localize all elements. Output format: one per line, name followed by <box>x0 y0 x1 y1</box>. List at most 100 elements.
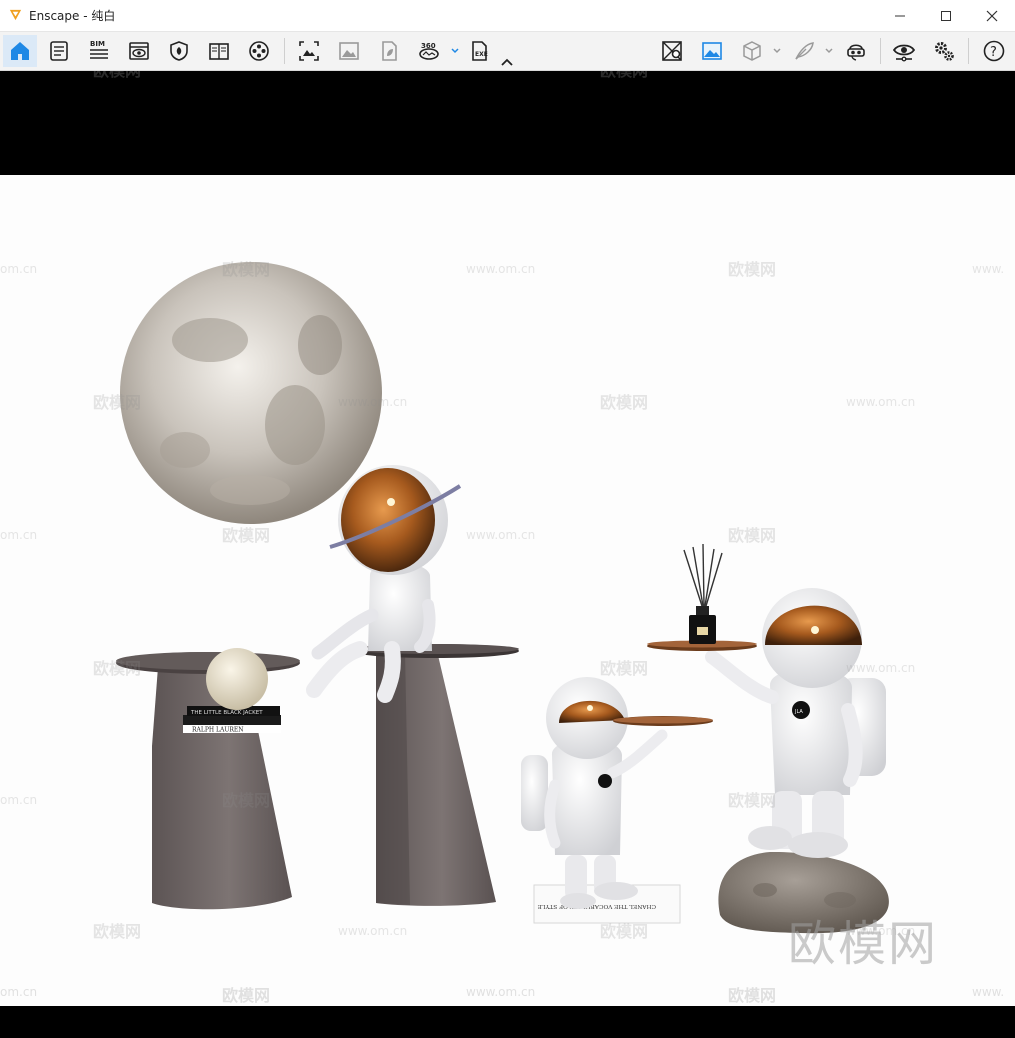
watermark-url: om.cn <box>0 528 37 542</box>
moon-lamp <box>120 262 382 524</box>
map-pin-icon <box>662 41 682 61</box>
minimize-button[interactable] <box>877 0 923 31</box>
watermark-text: 欧模网 <box>728 986 777 1005</box>
help-button[interactable]: ? <box>977 35 1011 67</box>
window-title: Enscape - 纯白 <box>29 9 116 23</box>
notes-button[interactable] <box>42 35 76 67</box>
bim-label: BIM <box>90 40 105 48</box>
cube-icon <box>743 41 761 61</box>
watermark-text: 欧模网 <box>93 71 141 81</box>
watermark-url: www.om.cn <box>846 661 915 675</box>
bim-button[interactable]: BIM <box>82 35 116 67</box>
book-title-top: THE LITTLE BLACK JACKET <box>190 710 263 716</box>
watermark-text: 欧模网 <box>728 791 776 810</box>
screenshot-button[interactable] <box>292 35 326 67</box>
watermark-text: 欧模网 <box>93 659 141 678</box>
enscape-logo-icon <box>9 9 22 21</box>
watermark-text: 欧模网 <box>222 260 270 279</box>
view-button[interactable] <box>122 35 156 67</box>
vr-headset-icon <box>847 44 865 61</box>
watermark-url: www.om.cn <box>338 395 407 409</box>
watermark-url: www.om.cn <box>466 528 535 542</box>
view-icon <box>129 42 149 60</box>
watermark-text: 欧模网 <box>600 922 648 941</box>
eye-settings-icon <box>892 44 916 62</box>
vr-headset-button[interactable] <box>839 35 873 67</box>
watermark-text: 欧模网 <box>600 71 648 81</box>
large-watermark-logo: 欧模网 <box>788 916 939 972</box>
small-moon-ball <box>206 648 268 710</box>
export-icon: EXE <box>472 41 488 61</box>
watermark-url: www.om.cn <box>466 985 536 999</box>
video-editor-button[interactable] <box>242 35 276 67</box>
suit-badge-text: JLA <box>794 709 803 715</box>
bim-icon: BIM <box>90 40 108 59</box>
feather-button[interactable] <box>787 35 821 67</box>
notes-icon <box>50 41 68 61</box>
close-icon <box>986 10 998 21</box>
watermark-text: 欧模网 <box>222 986 271 1005</box>
image-icon <box>339 42 359 60</box>
watermark-text: 欧模网 <box>93 922 141 941</box>
book-title-bottom: RALPH LAUREN <box>192 727 244 734</box>
file-leaf-icon <box>382 41 397 61</box>
floor-book-title: CHANEL THE VOCABULARY OF STYLE <box>537 903 656 909</box>
watermark-text: 欧模网 <box>728 260 776 279</box>
panorama-button[interactable]: 360 <box>412 35 446 67</box>
watermark-url: www.om.cn <box>846 395 915 409</box>
maximize-icon <box>941 10 951 21</box>
image-button[interactable] <box>332 35 366 67</box>
watermark-url: om.cn <box>0 985 38 999</box>
small-astronaut: CHANEL THE VOCABULARY OF STYLE <box>521 677 713 924</box>
home-icon <box>11 42 29 60</box>
watermark-url: www.om.cn <box>466 262 535 276</box>
watermark-text: 欧模网 <box>222 526 270 545</box>
close-button[interactable] <box>969 0 1015 31</box>
toolbar-separator <box>284 38 285 64</box>
chevron-up-icon[interactable] <box>500 56 514 68</box>
watermark-url: om.cn <box>0 793 37 807</box>
home-button[interactable] <box>3 35 37 67</box>
book-icon <box>209 43 229 60</box>
chevron-down-icon[interactable] <box>450 44 460 58</box>
asset-library-button[interactable] <box>162 35 196 67</box>
help-label: ? <box>990 45 997 60</box>
settings-button[interactable] <box>927 35 961 67</box>
large-astronaut: JLA <box>647 543 889 934</box>
panorama-360-icon: 360 <box>419 42 439 60</box>
watermark-text: 欧模网 <box>728 526 776 545</box>
landscape-button[interactable] <box>695 35 729 67</box>
map-pin-button[interactable] <box>655 35 689 67</box>
render-viewport[interactable]: THE LITTLE BLACK JACKET RALPH LAUREN CHA… <box>0 71 1015 1038</box>
scene-illustration: THE LITTLE BLACK JACKET RALPH LAUREN CHA… <box>0 260 1004 941</box>
shield-icon <box>170 41 188 61</box>
book-button[interactable] <box>202 35 236 67</box>
watermark-url: www. <box>972 985 1005 999</box>
minimize-icon <box>895 15 905 16</box>
rendered-scene: THE LITTLE BLACK JACKET RALPH LAUREN CHA… <box>0 175 1015 1006</box>
export-button[interactable]: EXE <box>463 35 497 67</box>
watermark-text: 欧模网 <box>93 393 141 412</box>
book-stack: THE LITTLE BLACK JACKET RALPH LAUREN <box>183 706 281 734</box>
film-reel-icon <box>249 41 269 61</box>
watermark-text: 欧模网 <box>222 791 270 810</box>
left-side-table <box>116 652 300 910</box>
feather-icon <box>795 42 814 60</box>
landscape-icon <box>702 42 722 60</box>
maximize-button[interactable] <box>923 0 969 31</box>
visual-settings-button[interactable] <box>887 35 921 67</box>
file-leaf-button[interactable] <box>372 35 406 67</box>
watermark-text: 欧模网 <box>600 393 648 412</box>
chevron-down-icon[interactable] <box>772 44 782 58</box>
watermark-text: 欧模网 <box>600 659 648 678</box>
cube-button[interactable] <box>735 35 769 67</box>
watermark-url: www.om.cn <box>338 924 407 938</box>
toolbar-separator <box>880 38 881 64</box>
title-bar: Enscape - 纯白 <box>0 0 1015 32</box>
watermark-url: om.cn <box>0 262 37 276</box>
help-icon: ? <box>983 40 1005 62</box>
watermark-url: www. <box>972 262 1004 276</box>
gears-icon <box>935 42 954 61</box>
toolbar-separator <box>968 38 969 64</box>
chevron-down-icon[interactable] <box>824 44 834 58</box>
